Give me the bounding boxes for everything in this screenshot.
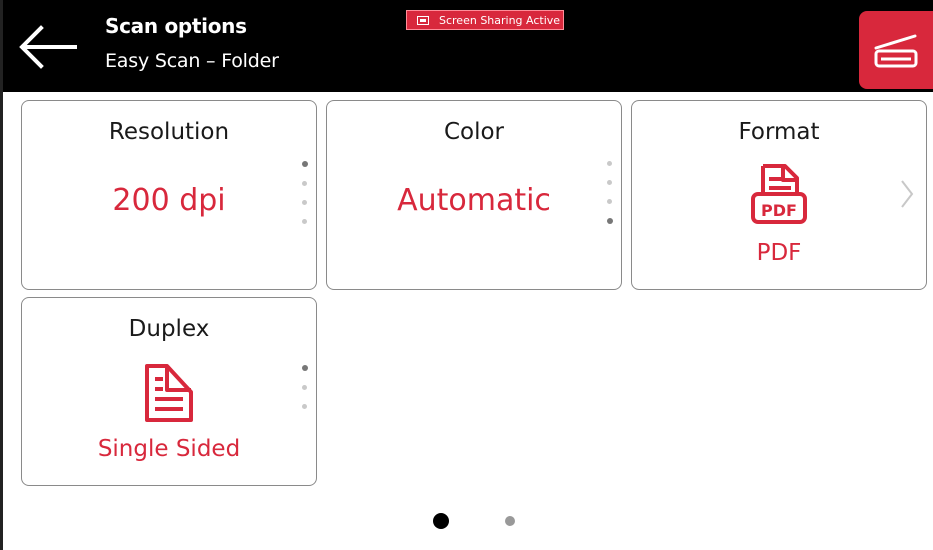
chevron-right-icon (900, 179, 914, 213)
scan-button[interactable] (859, 11, 933, 89)
duplex-value: Single Sided (97, 436, 241, 462)
page-dot-1[interactable] (433, 513, 449, 529)
duplex-options-indicator (302, 365, 308, 423)
page-title: Scan options (105, 14, 247, 38)
scanner-icon (874, 34, 918, 68)
format-value: PDF (756, 240, 802, 266)
app-frame: Scan options Easy Scan – Folder Screen S… (0, 0, 933, 550)
page-dot-2[interactable] (505, 516, 515, 526)
screen-sharing-badge: Screen Sharing Active (406, 10, 564, 30)
page-subtitle: Easy Scan – Folder (105, 50, 279, 72)
color-tile[interactable]: Color Automatic (326, 100, 622, 290)
color-value: Automatic (397, 183, 551, 218)
resolution-options-indicator (302, 161, 308, 238)
arrow-left-icon (19, 25, 77, 69)
pdf-file-icon: PDF (751, 164, 807, 224)
color-label: Color (443, 119, 505, 145)
screen-sharing-label: Screen Sharing Active (439, 13, 561, 27)
header-bar: Scan options Easy Scan – Folder Screen S… (3, 0, 933, 92)
duplex-label: Duplex (128, 316, 210, 342)
format-label: Format (738, 119, 820, 145)
color-options-indicator (607, 161, 613, 238)
single-sided-document-icon (145, 364, 193, 422)
resolution-label: Resolution (108, 119, 230, 145)
pdf-icon-text: PDF (761, 201, 797, 220)
page-indicator (3, 513, 933, 529)
format-tile[interactable]: Format PDF PDF (631, 100, 927, 290)
screen-share-icon (417, 15, 429, 25)
resolution-value: 200 dpi (112, 183, 226, 218)
back-button[interactable] (17, 22, 79, 72)
duplex-tile[interactable]: Duplex Single Sided (21, 297, 317, 486)
resolution-tile[interactable]: Resolution 200 dpi (21, 100, 317, 290)
